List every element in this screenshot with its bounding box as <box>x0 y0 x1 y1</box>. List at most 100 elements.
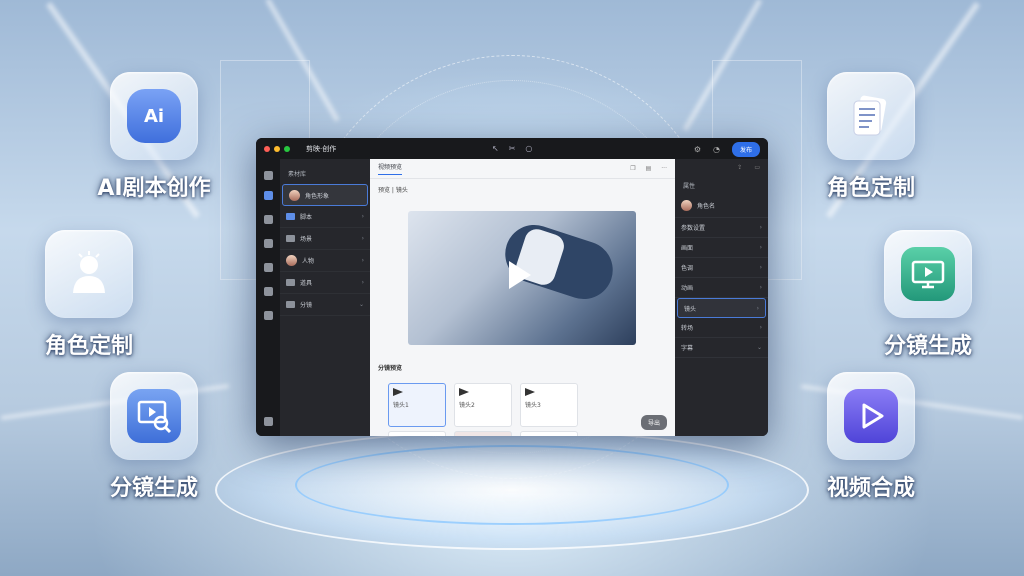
right-panel: ⇪ ▭ 属性 角色名 参数设置 › 画面 › 色调 › 动画 › 镜头 › 转场 › 字幕 ⌄ <box>675 159 768 436</box>
video-preview[interactable] <box>408 211 636 345</box>
character-avatar <box>681 200 692 211</box>
preview-subtitle: 预览 | 镜头 <box>378 187 408 194</box>
copy-icon[interactable]: ❐ <box>630 165 635 172</box>
maximize-dot[interactable] <box>284 145 290 152</box>
left-panel: 素材库 角色形象 脚本 › 场景 › 人物 › 道具 › 分镜 ⌄ <box>280 159 370 436</box>
preview-panel: 视频预览 ❐ ▤ ··· 预览 | 镜头 分镜预览 镜头1 镜头2 镜头3 导出 <box>370 159 675 436</box>
chevron-down-icon: ⌄ <box>358 301 364 308</box>
shot-play-icon <box>525 388 535 396</box>
cut-icon[interactable]: ✂ <box>509 144 516 153</box>
character-thumbnail <box>289 189 300 201</box>
feature-ai-script[interactable]: Ai AI剧本创作 <box>79 72 229 202</box>
chevron-right-icon: › <box>759 224 762 231</box>
left-item-props[interactable]: 道具 › <box>280 272 370 294</box>
close-dot[interactable] <box>264 145 270 152</box>
grid-icon[interactable] <box>264 311 273 320</box>
right-item[interactable]: 字幕 ⌄ <box>675 338 768 358</box>
right-item-label: 参数设置 <box>681 225 706 232</box>
tools-icon[interactable] <box>264 191 273 200</box>
right-item-label: 画面 <box>681 245 694 252</box>
storyboard-shot[interactable]: 镜头1 <box>388 383 446 427</box>
title-bar: 剪映·创作 ↖ ✂ ○ ⚙ ◔ 发布 <box>256 138 768 159</box>
ai-badge: Ai <box>143 105 165 127</box>
feature-storyboard-right[interactable]: 分镜生成 <box>853 230 1003 360</box>
feature-label: 角色定制 <box>44 334 133 359</box>
pen-icon[interactable] <box>264 263 273 272</box>
settings-icon[interactable]: ⚙ <box>694 145 701 154</box>
feature-label: AI剧本创作 <box>97 176 211 201</box>
left-item-person[interactable]: 人物 › <box>280 250 370 272</box>
search-icon[interactable]: ○ <box>525 144 532 153</box>
film-icon <box>286 301 295 308</box>
play-icon[interactable] <box>509 261 531 289</box>
right-item-character[interactable]: 角色名 <box>675 194 768 218</box>
right-item[interactable]: 转场 › <box>675 318 768 338</box>
document-list-icon <box>844 89 898 143</box>
right-item[interactable]: 色调 › <box>675 258 768 278</box>
left-item-script[interactable]: 脚本 › <box>280 206 370 228</box>
chevron-down-icon: ⌄ <box>756 344 762 351</box>
minimize-dot[interactable] <box>274 145 280 152</box>
left-item-storyboard[interactable]: 分镜 ⌄ <box>280 294 370 316</box>
effects-icon[interactable] <box>264 287 273 296</box>
chevron-right-icon: › <box>756 304 759 312</box>
storyboard-shot[interactable] <box>388 431 446 436</box>
storyboard-title: 分镜预览 <box>378 365 403 372</box>
folder-icon <box>286 235 295 242</box>
chevron-right-icon: › <box>361 279 364 286</box>
storyboard-shot[interactable]: 镜头3 <box>520 383 578 427</box>
feature-character-left[interactable]: 角色定制 <box>14 230 164 360</box>
tab-preview[interactable]: 视频预览 <box>378 162 403 175</box>
left-item-label: 道具 <box>300 280 313 287</box>
shot-label: 镜头3 <box>525 402 541 409</box>
feature-character-right[interactable]: 角色定制 <box>796 72 946 202</box>
edit-icon[interactable] <box>264 215 273 224</box>
left-panel-heading: 素材库 <box>288 171 307 178</box>
left-item-label: 角色形象 <box>305 192 330 200</box>
left-item-scene[interactable]: 场景 › <box>280 228 370 250</box>
preview-toolbar: 视频预览 ❐ ▤ ··· <box>370 159 675 179</box>
feature-label: 分镜生成 <box>883 334 972 359</box>
right-item-active[interactable]: 镜头 › <box>677 298 766 318</box>
right-item[interactable]: 画面 › <box>675 238 768 258</box>
left-item-character[interactable]: 角色形象 <box>282 184 368 206</box>
brush-icon[interactable] <box>264 239 273 248</box>
more-icon[interactable]: ··· <box>661 165 667 172</box>
right-item[interactable]: 动画 › <box>675 278 768 298</box>
feature-label: 视频合成 <box>826 476 915 501</box>
right-item-label: 动画 <box>681 285 694 292</box>
trash-icon[interactable]: ▤ <box>646 165 652 172</box>
feature-storyboard-left[interactable]: 分镜生成 <box>79 372 229 502</box>
layout-icon[interactable]: ▭ <box>754 164 760 172</box>
export-button[interactable]: 导出 <box>640 415 667 430</box>
chevron-right-icon: › <box>759 284 762 291</box>
chevron-right-icon: › <box>759 244 762 251</box>
shot-label: 镜头2 <box>459 402 475 409</box>
script-icon <box>286 213 295 220</box>
shot-play-icon <box>459 388 469 396</box>
right-item-label: 字幕 <box>681 345 694 352</box>
publish-button[interactable]: 发布 <box>731 142 760 157</box>
left-item-label: 分镜 <box>300 302 313 309</box>
storyboard-shot[interactable] <box>454 431 512 436</box>
right-item-label: 镜头 <box>684 305 697 313</box>
user-icon[interactable]: ◔ <box>713 145 720 154</box>
chevron-right-icon: › <box>361 213 364 220</box>
right-panel-tabs: ⇪ ▭ <box>675 159 768 177</box>
character-bust-icon <box>62 247 116 301</box>
right-item[interactable]: 参数设置 › <box>675 218 768 238</box>
storyboard-shot[interactable]: 镜头2 <box>454 383 512 427</box>
stage-platform-inner <box>295 445 729 525</box>
gear-icon[interactable] <box>264 417 273 426</box>
shot-play-icon <box>393 388 403 396</box>
right-item-label: 角色名 <box>697 203 716 210</box>
storyboard-shot[interactable] <box>520 431 578 436</box>
left-item-label: 脚本 <box>300 214 313 221</box>
left-item-label: 人物 <box>302 258 315 265</box>
share-icon[interactable]: ⇪ <box>737 164 742 172</box>
feature-video-synthesis[interactable]: 视频合成 <box>796 372 946 502</box>
media-icon[interactable] <box>264 171 273 180</box>
tool-rail <box>256 159 280 436</box>
storyboard-search-icon <box>127 389 181 443</box>
pointer-icon[interactable]: ↖ <box>492 144 499 153</box>
